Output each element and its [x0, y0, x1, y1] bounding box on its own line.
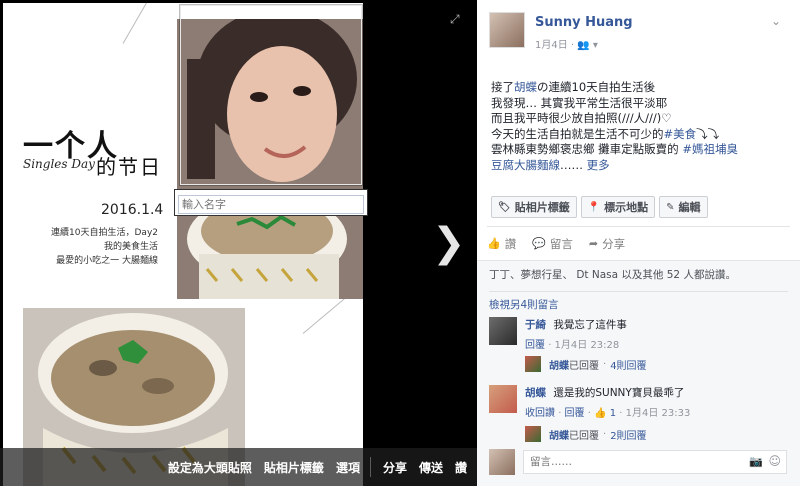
feedback-section: 丁丁、夢想行星、 Dt Nasa 以及其他 52 人都說讚。 檢視另4則留言 于… — [477, 260, 800, 486]
reply-link[interactable]: 回覆 — [565, 408, 585, 419]
like-action[interactable]: 👍 讚 — [487, 236, 516, 252]
post-text-segment: 雲林縣東勢鄉褒忠鄉 攤車定點販賣的 — [491, 142, 683, 156]
post-text-segment: 今天的生活自拍就是生活不可少的 — [491, 126, 664, 141]
unlike-link[interactable]: 收回讚 — [525, 408, 555, 419]
thumbs-up-icon[interactable]: 👍 — [594, 408, 606, 419]
photo-viewer: 一个人 Singles Day 的节日 2016.1.4 連續10天自拍生活，D… — [0, 0, 800, 486]
share-button[interactable]: 分享 — [383, 459, 407, 476]
post-text-line: 今天的生活自拍就是生活不可少的#美食⤵⤵ — [491, 127, 789, 143]
reply-summary[interactable]: 胡蝶 已回覆 · 2則回覆 — [525, 425, 647, 443]
post-link[interactable]: #媽祖埔臭 — [682, 142, 738, 156]
post-text-segment: 而且我平時很少放自拍照(///人///)♡ — [491, 111, 672, 125]
camera-icon[interactable]: 📷 — [749, 455, 763, 468]
pencil-icon: ✎ — [666, 201, 675, 213]
avatar — [525, 356, 541, 372]
post-text-line: 而且我平時很少放自拍照(///人///)♡ — [491, 111, 789, 127]
post-text-segment: の連續10天自拍生活後 — [537, 80, 656, 94]
emoji-icon[interactable]: ☺ — [768, 454, 781, 468]
post-link[interactable]: 更多 — [587, 158, 610, 172]
avatar — [525, 426, 541, 442]
post-text-line: 接了胡蝶の連續10天自拍生活後 — [491, 80, 789, 96]
tag-icon: 🏷 — [498, 201, 511, 213]
share-action[interactable]: ➦ 分享 — [589, 236, 625, 252]
reply-summary[interactable]: 胡蝶 已回覆 · 4則回覆 — [525, 355, 647, 373]
avatar[interactable] — [489, 385, 517, 413]
post-text: 接了胡蝶の連續10天自拍生活後 我發現… 其實我平常生活很平淡耶 而且我平時很少放自… — [491, 80, 789, 173]
comment-meta: 收回讚 · 回覆 · 👍 1 · 1月4日 23:33 — [525, 408, 691, 419]
post-meta: 1月4日 · 👥 ▾ — [535, 36, 598, 51]
avatar — [489, 449, 515, 475]
add-location-button[interactable]: 📍 標示地點 — [580, 196, 656, 218]
edit-button[interactable]: ✎ 編輯 — [659, 196, 708, 218]
set-profile-picture-button[interactable]: 設定為大頭貼照 — [168, 459, 252, 476]
photo-subtitle-zh: 的节日 — [96, 155, 162, 179]
post-panel: Sunny Huang 1月4日 · 👥 ▾ ⌄ 接了胡蝶の連續10天自拍生活後… — [477, 0, 800, 486]
comment-action[interactable]: 💬 留言 — [532, 236, 573, 252]
post-link[interactable]: 胡蝶 — [514, 80, 537, 94]
comment-composer: 📷 ☺ — [489, 447, 789, 477]
divider — [489, 291, 788, 292]
post-text-segment: 接了 — [491, 80, 514, 94]
post-text-line: 我發現… 其實我平常生活很平淡耶 — [491, 96, 789, 112]
tag-name-input[interactable] — [178, 195, 364, 214]
photo-caption-line: 最愛的小吃之一 大腸麵線 — [56, 256, 158, 266]
post-text-line: 豆腐大腸麵線…… 更多 — [491, 158, 789, 174]
toolbar-divider — [369, 457, 371, 477]
comment-body: 胡蝶 還是我的SUNNY寶貝最乖了 收回讚 · 回覆 · 👍 1 · 1月4日 … — [525, 385, 787, 419]
tag-photo-button[interactable]: 🏷 貼相片標籤 — [491, 196, 577, 218]
comment-author[interactable]: 于綺 — [525, 319, 546, 331]
comment-time[interactable]: 1月4日 23:28 — [555, 340, 620, 351]
tag-name-box — [174, 189, 368, 216]
post-text-segment: ⤵⤵ — [696, 126, 720, 141]
thumbs-up-icon: 👍 — [487, 237, 501, 250]
chevron-down-icon[interactable]: ⌄ — [771, 14, 781, 28]
photo-subtitle-en: Singles Day — [23, 157, 95, 171]
photo-caption-line: 我的美食生活 — [103, 242, 158, 252]
author-name[interactable]: Sunny Huang — [535, 15, 633, 30]
post-actions: 👍 讚 💬 留言 ➦ 分享 — [487, 226, 790, 260]
share-icon: ➦ — [588, 237, 599, 250]
like-count[interactable]: 1 — [610, 408, 616, 419]
comment-icon: 💬 — [532, 237, 546, 250]
avatar[interactable] — [489, 317, 517, 345]
post-link[interactable]: 豆腐大腸麵線 — [491, 158, 560, 172]
post-header: Sunny Huang 1月4日 · 👥 ▾ ⌄ — [489, 12, 789, 58]
comment-text: 我覺忘了這件事 — [553, 319, 627, 331]
post-date[interactable]: 1月4日 — [535, 40, 568, 51]
send-button[interactable]: 傳送 — [419, 459, 443, 476]
photo-stage: 一个人 Singles Day 的节日 2016.1.4 連續10天自拍生活，D… — [0, 0, 477, 486]
comment-text: 還是我的SUNNY寶貝最乖了 — [553, 387, 685, 399]
post-text-line: 雲林縣東勢鄉褒忠鄉 攤車定點販賣的 #媽祖埔臭 — [491, 142, 789, 158]
tag-photo-button[interactable]: 貼相片標籤 — [264, 459, 324, 476]
comment-time[interactable]: 1月4日 23:33 — [626, 408, 691, 419]
face-tag-box[interactable] — [180, 5, 362, 185]
view-more-comments[interactable]: 檢視另4則留言 — [489, 297, 559, 312]
likes-summary[interactable]: 丁丁、夢想行星、 Dt Nasa 以及其他 52 人都說讚。 — [489, 267, 736, 282]
location-icon: 📍 — [587, 201, 601, 213]
post-text-segment: …… — [560, 157, 587, 172]
author-avatar[interactable] — [489, 12, 525, 48]
expand-icon[interactable]: ⤢ — [450, 12, 464, 26]
comment-author[interactable]: 胡蝶 — [525, 387, 546, 399]
comment-meta: 回覆 · 1月4日 23:28 — [525, 340, 620, 351]
like-button[interactable]: 讚 — [455, 459, 467, 476]
comment-input[interactable] — [523, 450, 787, 474]
post-text-segment: 我發現… 其實我平常生活很平淡耶 — [491, 95, 668, 110]
post-tools: 🏷 貼相片標籤 📍 標示地點 ✎ 編輯 — [491, 196, 712, 218]
photo-caption-line: 連續10天自拍生活，Day2 — [51, 228, 158, 238]
audience-icon[interactable]: · 👥 ▾ — [571, 40, 598, 51]
next-arrow-icon[interactable]: ❯ — [432, 220, 466, 266]
photo-date: 2016.1.4 — [101, 202, 164, 218]
options-button[interactable]: 選項 — [336, 459, 360, 476]
comment-body: 于綺 我覺忘了這件事 回覆 · 1月4日 23:28 — [525, 317, 787, 351]
reply-link[interactable]: 回覆 — [525, 340, 545, 351]
photo-toolbar: 設定為大頭貼照 貼相片標籤 選項 分享 傳送 讚 — [0, 448, 477, 486]
post-link[interactable]: #美食 — [664, 127, 697, 141]
